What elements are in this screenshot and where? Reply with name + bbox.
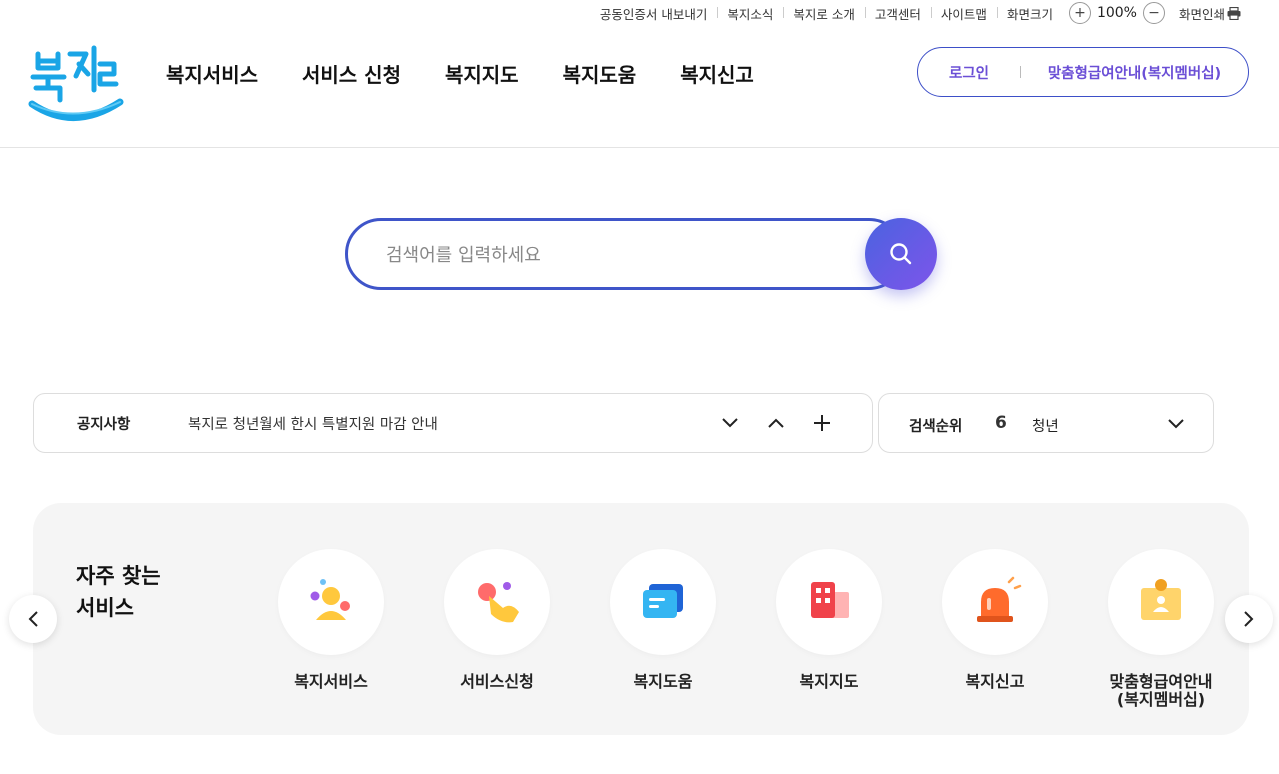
- chat-card-icon: [643, 584, 683, 618]
- chevron-down-icon: [722, 418, 738, 428]
- service-item-welfare-report[interactable]: 복지신고: [912, 549, 1078, 691]
- service-icon-circle: [278, 549, 384, 655]
- id-badge-icon: [1141, 579, 1181, 620]
- print-button[interactable]: 화면인쇄: [1179, 4, 1241, 23]
- carousel-prev-button[interactable]: [9, 595, 57, 643]
- frequent-title: 자주 찾는 서비스: [76, 564, 161, 620]
- chevron-up-icon: [768, 418, 784, 428]
- service-label: 복지지도: [799, 672, 859, 691]
- service-item-welfare-help[interactable]: 복지도움: [580, 549, 746, 691]
- printer-icon: [1227, 6, 1241, 20]
- auth-box: 로그인 맞춤형급여안내(복지멤버십): [917, 47, 1249, 97]
- zoom-value: 100%: [1096, 5, 1137, 21]
- alarm-siren-icon: [977, 576, 1022, 622]
- membership-button[interactable]: 맞춤형급여안내(복지멤버십): [1021, 62, 1248, 83]
- plus-icon: [814, 415, 830, 431]
- util-link-cert-export[interactable]: 공동인증서 내보내기: [590, 4, 717, 23]
- util-link-customer-center[interactable]: 고객센터: [864, 4, 931, 23]
- notice-prev-button[interactable]: [763, 410, 789, 436]
- map-building-icon: [811, 582, 849, 618]
- zoom-out-button[interactable]: −: [1142, 2, 1165, 24]
- search-area: [345, 218, 938, 290]
- nav-welfare-help[interactable]: 복지도움: [563, 59, 637, 88]
- search-icon: [890, 243, 912, 265]
- utility-bar: 공동인증서 내보내기 복지소식 복지로 소개 고객센터 사이트맵 화면크기 + …: [590, 0, 1279, 26]
- service-icon-circle: [1108, 549, 1214, 655]
- nav-welfare-service[interactable]: 복지서비스: [166, 59, 258, 88]
- util-link-about[interactable]: 복지로 소개: [783, 4, 864, 23]
- search-box: [345, 218, 905, 290]
- util-link-news[interactable]: 복지소식: [717, 4, 783, 23]
- zoom-label: 화면크기: [996, 4, 1063, 23]
- frequent-services: 자주 찾는 서비스 복지서비스 서비스신청 복지도움 복지지도 복지신고 맞춤형…: [33, 503, 1249, 735]
- service-icon-circle: [610, 549, 716, 655]
- person-icon: [310, 579, 350, 620]
- service-item-membership[interactable]: 맞춤형급여안내 (복지멤버십): [1078, 549, 1244, 709]
- util-link-sitemap[interactable]: 사이트맵: [930, 4, 997, 23]
- main-nav: 복지서비스 서비스 신청 복지지도 복지도움 복지신고: [166, 59, 798, 88]
- rank-term[interactable]: 청년: [1032, 415, 1059, 436]
- nav-welfare-report[interactable]: 복지신고: [680, 59, 754, 88]
- site-logo[interactable]: [28, 44, 124, 128]
- rank-label: 검색순위: [909, 419, 963, 435]
- login-button[interactable]: 로그인: [918, 62, 1020, 83]
- chevron-right-icon: [1244, 611, 1254, 627]
- rank-expand-button[interactable]: [1163, 411, 1189, 437]
- hand-pointer-icon: [478, 582, 519, 623]
- carousel-next-button[interactable]: [1225, 595, 1273, 643]
- bokjiro-logo-icon: [28, 45, 124, 121]
- rank-number: 6: [995, 413, 1007, 433]
- service-label: 복지신고: [965, 672, 1025, 691]
- zoom-control: + 100% −: [1068, 2, 1165, 24]
- service-icon-circle: [444, 549, 550, 655]
- service-label: 서비스신청: [460, 672, 534, 691]
- notice-text[interactable]: 복지로 청년월세 한시 특별지원 마감 안내: [188, 413, 438, 434]
- search-input[interactable]: [386, 241, 846, 269]
- service-item-welfare-map[interactable]: 복지지도: [746, 549, 912, 691]
- service-item-welfare-service[interactable]: 복지서비스: [248, 549, 414, 691]
- chevron-left-icon: [28, 611, 38, 627]
- notice-more-button[interactable]: [809, 410, 835, 436]
- service-icon-circle: [776, 549, 882, 655]
- site-header: 복지서비스 서비스 신청 복지지도 복지도움 복지신고 로그인 맞춤형급여안내(…: [0, 26, 1279, 148]
- service-icon-circle: [942, 549, 1048, 655]
- notice-bar: 공지사항 복지로 청년월세 한시 특별지원 마감 안내: [33, 393, 873, 453]
- chevron-down-icon: [1168, 419, 1184, 429]
- service-label: 복지도움: [633, 672, 693, 691]
- search-rank-bar: 검색순위 6 청년: [878, 393, 1214, 453]
- print-label: 화면인쇄: [1178, 6, 1225, 22]
- service-label: 맞춤형급여안내 (복지멤버십): [1109, 672, 1213, 709]
- notice-next-button[interactable]: [717, 410, 743, 436]
- service-label: 복지서비스: [294, 672, 368, 691]
- service-item-service-apply[interactable]: 서비스신청: [414, 549, 580, 691]
- zoom-in-button[interactable]: +: [1068, 2, 1091, 24]
- nav-service-apply[interactable]: 서비스 신청: [302, 59, 401, 88]
- notice-label: 공지사항: [77, 416, 131, 433]
- nav-welfare-map[interactable]: 복지지도: [445, 59, 519, 88]
- search-button[interactable]: [865, 218, 937, 290]
